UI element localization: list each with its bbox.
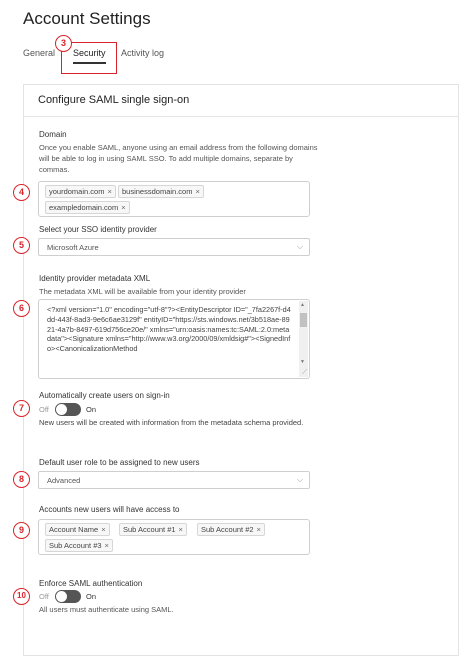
step-marker-5: 5: [13, 237, 30, 254]
provider-value: Microsoft Azure: [47, 243, 99, 252]
account-tag: Sub Account #1 ×: [119, 523, 187, 536]
scroll-up-icon[interactable]: ▲: [300, 302, 305, 308]
toggle-on-label: On: [86, 405, 97, 414]
metadata-help: The metadata XML will be available from …: [39, 287, 246, 296]
remove-tag-icon[interactable]: ×: [121, 203, 125, 212]
domain-tag-label: exampledomain.com: [49, 203, 119, 212]
domain-tag: yourdomain.com ×: [45, 185, 116, 198]
remove-tag-icon[interactable]: ×: [107, 187, 111, 196]
toggle-on-label: On: [86, 592, 97, 601]
metadata-xml-value: <?xml version="1.0" encoding="utf-8"?><E…: [47, 305, 291, 354]
enforce-label: Enforce SAML authentication: [39, 579, 143, 588]
remove-tag-icon[interactable]: ×: [101, 525, 105, 534]
scroll-thumb[interactable]: [300, 313, 307, 327]
chevron-down-icon: ⌵: [296, 475, 303, 484]
domain-tag-label: yourdomain.com: [49, 187, 105, 196]
provider-label: Select your SSO identity provider: [39, 225, 157, 234]
access-accounts-input[interactable]: Account Name × Sub Account #1 × Sub Accoun…: [38, 519, 310, 555]
step-marker-9: 9: [13, 522, 30, 539]
domain-tag: exampledomain.com ×: [45, 201, 130, 214]
auto-create-toggle[interactable]: [55, 403, 81, 416]
tab-general[interactable]: General: [23, 48, 55, 58]
default-role-value: Advanced: [47, 476, 81, 485]
toggle-off-label: Off: [39, 592, 49, 601]
account-tag-label: Sub Account #2: [201, 525, 254, 534]
card-title: Configure SAML single sign-on: [38, 94, 190, 106]
enforce-saml-toggle[interactable]: [55, 590, 81, 603]
metadata-label: Identity provider metadata XML: [39, 274, 151, 283]
toggle-knob: [56, 404, 67, 415]
step-marker-8: 8: [13, 471, 30, 488]
default-role-select[interactable]: Advanced ⌵: [38, 471, 310, 489]
default-role-label: Default user role to be assigned to new …: [39, 458, 200, 467]
remove-tag-icon[interactable]: ×: [105, 541, 109, 550]
step-marker-4: 4: [13, 184, 30, 201]
auto-create-help: New users will be created with informati…: [39, 418, 304, 427]
step-marker-7: 7: [13, 400, 30, 417]
resize-grip-icon[interactable]: ⟋: [302, 369, 307, 377]
account-tag: Sub Account #3 ×: [45, 539, 113, 552]
account-tag-label: Account Name: [49, 525, 99, 534]
domain-tags-input[interactable]: yourdomain.com × businessdomain.com × exam…: [38, 181, 310, 217]
access-label: Accounts new users will have access to: [39, 505, 180, 514]
domain-label: Domain: [39, 130, 67, 139]
domain-tag: businessdomain.com ×: [118, 185, 204, 198]
auto-create-label: Automatically create users on sign-in: [39, 391, 170, 400]
toggle-off-label: Off: [39, 405, 49, 414]
remove-tag-icon[interactable]: ×: [195, 187, 199, 196]
card-header: Configure SAML single sign-on: [24, 85, 458, 117]
toggle-knob: [56, 591, 67, 602]
step-marker-6: 6: [13, 300, 30, 317]
chevron-down-icon: ⌵: [296, 242, 303, 251]
step-marker-3: 3: [55, 35, 72, 52]
account-tag-label: Sub Account #3: [49, 541, 102, 550]
provider-select[interactable]: Microsoft Azure ⌵: [38, 238, 310, 256]
scroll-down-icon[interactable]: ▼: [300, 359, 305, 365]
remove-tag-icon[interactable]: ×: [257, 525, 261, 534]
domain-help: Once you enable SAML, anyone using an em…: [39, 143, 318, 174]
enforce-help: All users must authenticate using SAML.: [39, 605, 174, 614]
domain-tag-label: businessdomain.com: [122, 187, 193, 196]
remove-tag-icon[interactable]: ×: [179, 525, 183, 534]
saml-settings-card: Configure SAML single sign-on Domain Onc…: [23, 84, 459, 656]
tab-activity-log[interactable]: Activity log: [121, 48, 164, 58]
account-tag-label: Sub Account #1: [123, 525, 176, 534]
page-title: Account Settings: [23, 9, 151, 28]
account-tag: Account Name ×: [45, 523, 110, 536]
textarea-scrollbar[interactable]: ▲ ▼: [299, 301, 308, 377]
step-marker-10: 10: [13, 588, 30, 605]
metadata-xml-textarea[interactable]: <?xml version="1.0" encoding="utf-8"?><E…: [38, 299, 310, 379]
account-tag: Sub Account #2 ×: [197, 523, 265, 536]
